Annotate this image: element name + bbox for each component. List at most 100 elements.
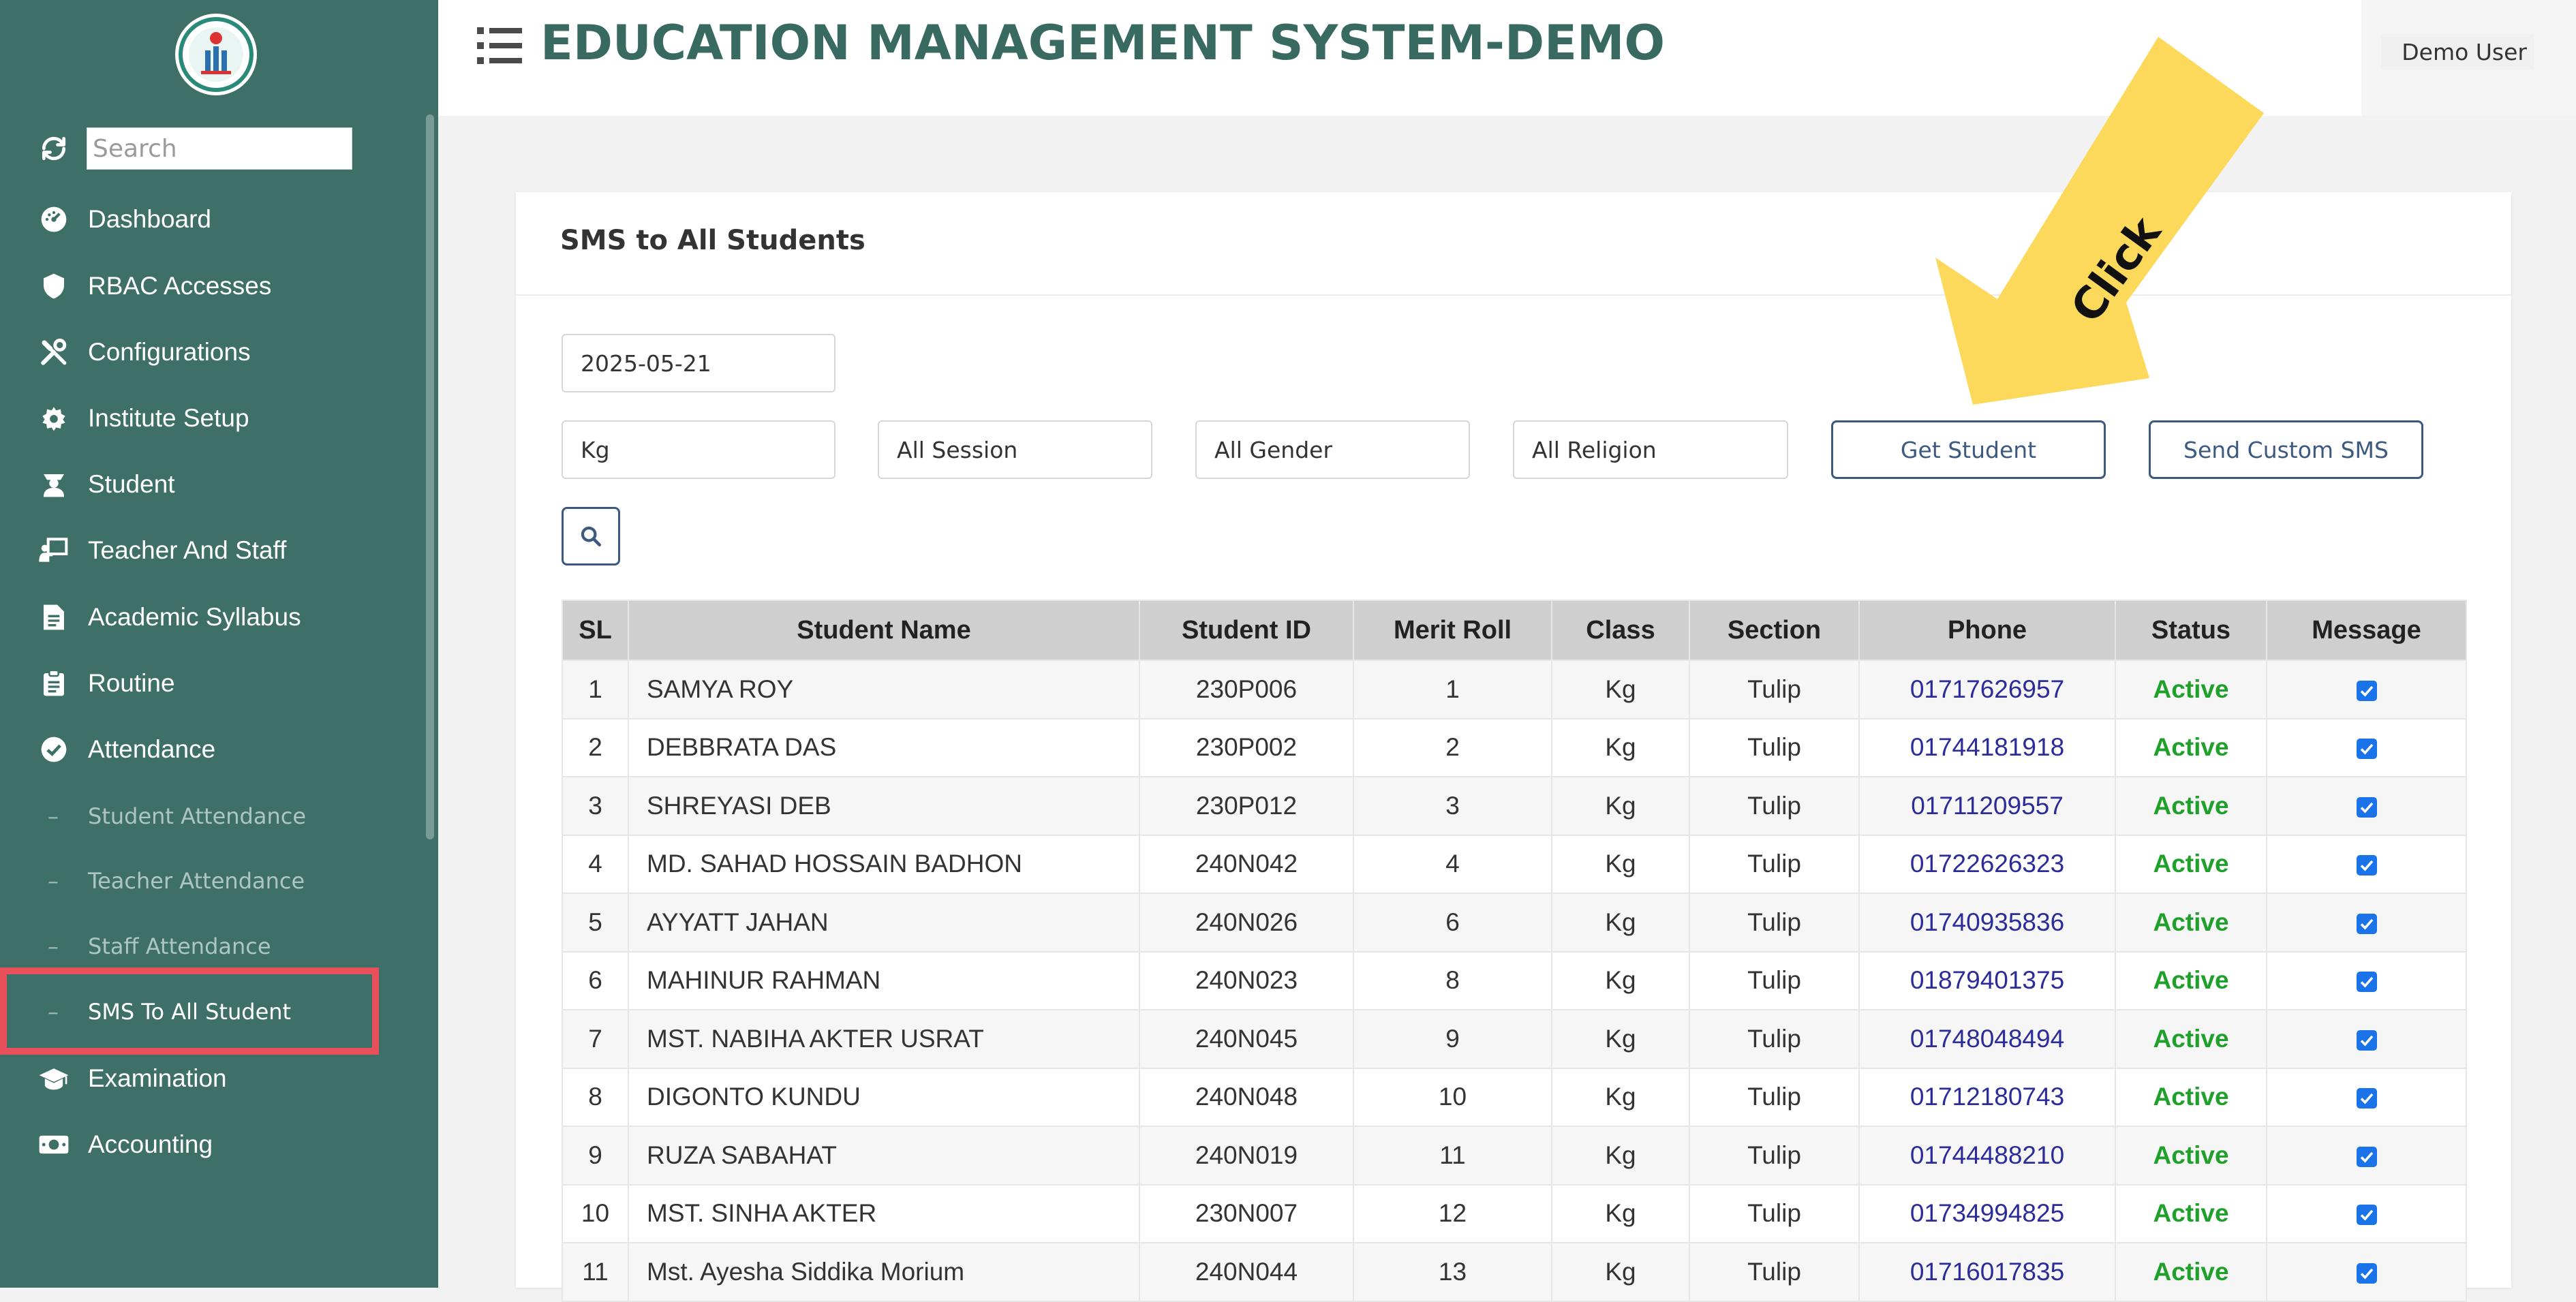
cell-phone[interactable]: 01744488210 [1858,1126,2116,1185]
sidebar-subitem-student-attendance[interactable]: – Student Attendance [48,792,402,840]
document-icon [35,599,72,636]
cell-phone[interactable]: 01717626957 [1858,660,2116,719]
refresh-button[interactable] [35,127,72,170]
menu-list-icon[interactable] [477,25,522,67]
sidebar-item-institute-setup[interactable]: Institute Setup [35,391,417,446]
sidebar-item-accounting[interactable]: Accounting [35,1117,417,1172]
cell-roll: 4 [1353,834,1552,894]
message-checkbox[interactable] [2356,796,2377,818]
cell-section: Tulip [1689,1242,1860,1302]
search-button[interactable] [562,507,620,565]
cell-name: DIGONTO KUNDU [628,1067,1140,1127]
date-field[interactable]: 2025-05-21 [562,334,835,392]
tools-icon [35,334,72,371]
cell-sl: 10 [562,1183,629,1243]
cell-status: Active [2115,1067,2267,1127]
header-merit-roll: Merit Roll [1353,600,1552,661]
religion-select[interactable]: All Religion [1513,420,1788,479]
sidebar-item-configurations[interactable]: Configurations [35,325,417,379]
checkmark-icon [2360,685,2373,697]
cell-section: Tulip [1689,893,1860,952]
card-title: SMS to All Students [560,225,865,256]
cell-name: MST. SINHA AKTER [628,1183,1140,1243]
cell-id: 240N045 [1139,1009,1354,1069]
cell-message [2266,893,2467,952]
message-checkbox[interactable] [2356,1205,2377,1226]
sidebar-item-label: Student [88,470,175,498]
table-row: 2 DEBBRATA DAS 230P002 2 Kg Tulip 01744181918 A… [562,717,2467,777]
message-checkbox[interactable] [2356,739,2377,760]
message-checkbox[interactable] [2356,1146,2377,1167]
shield-icon [35,268,72,305]
sidebar-scrollbar[interactable] [426,114,434,839]
cell-phone[interactable]: 01748048494 [1858,1009,2116,1069]
sidebar-subitem-teacher-attendance[interactable]: – Teacher Attendance [48,857,402,905]
sidebar-item-dashboard[interactable]: Dashboard [35,192,417,247]
sidebar-item-examination[interactable]: Examination [35,1051,417,1106]
cell-status: Active [2115,834,2267,894]
cell-phone[interactable]: 01734994825 [1858,1183,2116,1243]
session-select[interactable]: All Session [878,420,1152,479]
cell-id: 240N023 [1139,950,1354,1010]
cell-phone[interactable]: 01712180743 [1858,1067,2116,1127]
cell-phone[interactable]: 01711209557 [1858,776,2116,836]
table-row: 8 DIGONTO KUNDU 240N048 10 Kg Tulip 0171218074… [562,1067,2467,1127]
cell-phone[interactable]: 01722626323 [1858,834,2116,894]
sidebar-item-academic-syllabus[interactable]: Academic Syllabus [35,590,417,645]
header-status: Status [2115,600,2267,661]
cell-phone[interactable]: 01716017835 [1858,1242,2116,1302]
sidebar-subitem-sms-to-all-student[interactable]: – SMS To All Student [48,988,402,1036]
table-row: 3 SHREYASI DEB 230P012 3 Kg Tulip 01711209557 A… [562,776,2467,836]
message-checkbox[interactable] [2356,855,2377,876]
cell-sl: 6 [562,950,629,1010]
header-class: Class [1551,600,1690,661]
cell-section: Tulip [1689,1126,1860,1185]
dash-icon: – [48,933,59,959]
message-checkbox[interactable] [2356,972,2377,993]
dash-icon: – [48,868,59,894]
get-student-button[interactable]: Get Student [1831,420,2106,479]
sidebar-subitem-label: Student Attendance [88,803,307,829]
cell-class: Kg [1551,776,1690,836]
cell-phone[interactable]: 01740935836 [1858,893,2116,952]
students-table: SL Student Name Student ID Merit Roll Cl… [562,600,2467,1302]
send-custom-sms-button[interactable]: Send Custom SMS [2149,420,2423,479]
cell-section: Tulip [1689,660,1860,719]
sidebar-item-attendance[interactable]: Attendance [35,722,417,777]
sidebar-item-teacher-and-staff[interactable]: Teacher And Staff [35,523,417,578]
table-row: 1 SAMYA ROY 230P006 1 Kg Tulip 01717626957 Acti… [562,660,2467,719]
sidebar-subitem-staff-attendance[interactable]: – Staff Attendance [48,923,402,970]
sidebar-item-student[interactable]: Student [35,457,417,512]
cell-sl: 4 [562,834,629,894]
header-student-name: Student Name [628,600,1140,661]
sidebar-item-label: Accounting [88,1130,213,1158]
message-checkbox[interactable] [2356,1262,2377,1284]
check-circle-icon [35,731,72,768]
sidebar-item-routine[interactable]: Routine [35,656,417,711]
money-icon [35,1126,72,1163]
message-checkbox[interactable] [2356,680,2377,701]
checkmark-icon [2360,918,2373,930]
checkmark-icon [2360,1151,2373,1163]
user-menu[interactable]: Demo User [2381,34,2534,69]
gender-select[interactable]: All Gender [1195,420,1470,479]
cell-name: SHREYASI DEB [628,776,1140,836]
message-checkbox[interactable] [2356,1088,2377,1109]
cell-status: Active [2115,1009,2267,1069]
cell-phone[interactable]: 01744181918 [1858,717,2116,777]
cell-status: Active [2115,660,2267,719]
sidebar-item-label: Academic Syllabus [88,603,301,631]
sidebar: Dashboard RBAC Accesses Configurations I… [0,0,438,1288]
cell-section: Tulip [1689,776,1860,836]
header-message: Message [2266,600,2467,661]
header-sl: SL [562,600,629,661]
sidebar-item-rbac[interactable]: RBAC Accesses [35,259,417,313]
cell-roll: 13 [1353,1242,1552,1302]
message-checkbox[interactable] [2356,913,2377,934]
sidebar-item-label: RBAC Accesses [88,272,272,300]
class-select[interactable]: Kg [562,420,835,479]
sidebar-search-input[interactable] [87,127,352,170]
dash-icon: – [48,803,59,829]
cell-phone[interactable]: 01879401375 [1858,950,2116,1010]
message-checkbox[interactable] [2356,1029,2377,1051]
